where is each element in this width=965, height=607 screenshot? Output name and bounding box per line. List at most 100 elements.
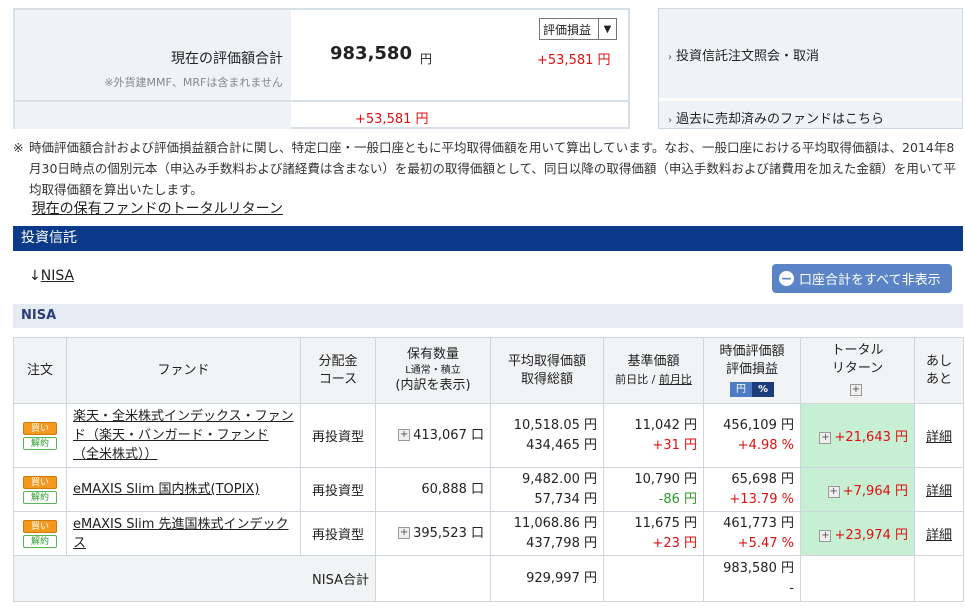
total-history-cell (914, 555, 964, 602)
arrow-down-icon: ↓ (29, 268, 41, 284)
col-history-line2: あと (925, 371, 952, 387)
sell-button[interactable]: 解約 (23, 436, 57, 450)
order-inquiry-label: 投資信託注文照会・取消 (676, 49, 820, 64)
fund-name-cell: eMAXIS Slim 先進国株式インデックス (66, 511, 301, 556)
col-history-line1: あし (925, 353, 952, 369)
order-inquiry-link[interactable]: › 投資信託注文照会・取消 (668, 45, 819, 64)
base-price-value: 10,790 円 (634, 471, 697, 487)
yen-percent-toggle[interactable]: 円 % (730, 382, 774, 397)
total-cost-value: 434,465 円 (526, 437, 597, 453)
fund-holdings-table: 注文 ファンド 分配金 コース 保有数量 L通常・積立 (内訳を表示) 平均取得… (13, 337, 964, 602)
table-header-row: 注文 ファンド 分配金 コース 保有数量 L通常・積立 (内訳を表示) 平均取得… (13, 337, 964, 404)
detail-link[interactable]: 詳細 (926, 430, 952, 445)
section-header-investment-trust: 投資信託 (13, 226, 963, 251)
buy-button[interactable]: 買い (23, 519, 57, 533)
total-valuation-value: 983,580 円 (723, 560, 794, 576)
valuation-cell: 461,773 円 +5.47 % (703, 511, 801, 556)
sold-funds-label: 過去に売却済みのファンドはこちら (676, 112, 885, 127)
expand-plus-icon[interactable]: + (819, 529, 832, 542)
sell-button[interactable]: 解約 (23, 490, 57, 504)
fund-name-cell: eMAXIS Slim 国内株式(TOPIX) (66, 467, 301, 512)
current-valuation-label: 現在の評価額合計 (171, 51, 283, 67)
valuation-value: 461,773 円 (723, 515, 794, 531)
col-total-return: トータル リターン + (800, 337, 915, 404)
col-quantity-line1: 保有数量 (406, 347, 459, 362)
side-links-panel: › 投資信託注文照会・取消 › 過去に売却済みのファンドはこちら (658, 8, 963, 129)
average-price-cell: 11,068.86 円 437,798 円 (490, 511, 604, 556)
toggle-yen[interactable]: 円 (730, 382, 752, 397)
prev-day-label: 前日比 (615, 372, 649, 386)
average-price-cell: 10,518.05 円 434,465 円 (490, 403, 604, 468)
total-cost-value: 437,798 円 (526, 535, 597, 551)
expand-plus-icon[interactable]: + (827, 485, 840, 498)
mmf-note: ※外貨建MMF、MRFは含まれません (104, 76, 283, 89)
average-price-value: 11,068.86 円 (513, 515, 597, 531)
total-return-cell: + +23,974 円 (800, 511, 915, 556)
valuation-pl-value: +4.98 % (737, 437, 794, 453)
quantity-cell: 60,888 口 (375, 467, 491, 512)
total-quantity-cell (375, 555, 491, 602)
sold-funds-link[interactable]: › 過去に売却済みのファンドはこちら (668, 108, 884, 127)
base-price-value: 11,675 円 (634, 515, 697, 531)
expand-plus-icon[interactable]: + (819, 431, 832, 444)
valuation-cell: 65,698 円 +13.79 % (703, 467, 801, 512)
buy-button[interactable]: 買い (23, 475, 57, 489)
total-valuation-pl: - (789, 580, 794, 596)
base-price-value: 11,042 円 (634, 417, 697, 433)
quantity-cell: +413,067 口 (375, 403, 491, 468)
fund-name-link[interactable]: eMAXIS Slim 先進国株式インデックス (73, 517, 289, 551)
expand-plus-icon[interactable]: + (398, 527, 411, 539)
fund-name-link[interactable]: eMAXIS Slim 国内株式(TOPIX) (73, 482, 259, 497)
hide-all-totals-button[interactable]: − 口座合計をすべて非表示 (772, 264, 952, 293)
col-base-price: 基準価額 前日比 / 前月比 (603, 337, 704, 404)
average-price-value: 10,518.05 円 (513, 417, 597, 433)
valuation-summary: 現在の評価額合計 ※外貨建MMF、MRFは含まれません 現在の保有ファンドのトー… (13, 8, 630, 217)
col-average-price-line2: 取得総額 (520, 371, 573, 387)
expand-plus-icon[interactable]: + (398, 429, 411, 441)
detail-cell: 詳細 (914, 467, 964, 512)
sell-button[interactable]: 解約 (23, 534, 57, 548)
chevron-down-icon: ▼ (598, 19, 616, 39)
valuation-cell: 456,109 円 +4.98 % (703, 403, 801, 468)
toggle-percent[interactable]: % (752, 382, 774, 397)
col-valuation-line2: 評価損益 (725, 362, 778, 377)
valuation-mode-value: 評価損益 (543, 22, 592, 37)
total-return-value: +23,974 円 (834, 528, 908, 543)
detail-link[interactable]: 詳細 (926, 528, 952, 543)
col-total-return-line2: リターン (831, 360, 884, 376)
quantity-value: 413,067 口 (413, 427, 484, 443)
base-price-cell: 10,790 円 -86 円 (603, 467, 704, 512)
quantity-breakdown-link[interactable]: (内訳を表示) (376, 377, 490, 395)
current-valuation-value: 983,580 (330, 43, 412, 64)
total-return-cell: + +7,964 円 (800, 467, 915, 512)
detail-link[interactable]: 詳細 (926, 484, 952, 499)
quantity-value: 60,888 口 (421, 481, 484, 497)
total-valuation-cell: 983,580 円 - (703, 555, 801, 602)
total-return-value: +53,581 円 (355, 112, 429, 127)
col-valuation-line1: 時価評価額 (719, 344, 785, 359)
valuation-mode-select[interactable]: 評価損益 ▼ (539, 18, 617, 40)
calculation-note: ※ 時価評価額合計および評価損益額合計に関し、特定口座・一般口座ともに平均取得価… (13, 137, 963, 200)
col-base-price-line1: 基準価額 (627, 353, 680, 369)
total-cost-value: 57,734 円 (534, 491, 597, 507)
summary-return-label-cell: 現在の保有ファンドのトータルリターン (15, 102, 291, 217)
current-valuation-unit: 円 (420, 52, 433, 66)
prev-month-link[interactable]: 前月比 (659, 373, 692, 386)
total-return-link[interactable]: 現在の保有ファンドのトータルリターン (32, 198, 283, 218)
nisa-jump-label: NISA (40, 268, 75, 284)
nisa-section-band: NISA (13, 304, 963, 328)
buy-button[interactable]: 買い (23, 421, 57, 435)
minus-circle-icon: − (779, 270, 794, 287)
col-distribution-line1: 分配金 (318, 353, 358, 369)
col-total-return-line1: トータル (831, 342, 884, 358)
fund-name-link[interactable]: 楽天・全米株式インデックス・ファンド（楽天・バンガード・ファンド（全米株式）） (73, 409, 294, 462)
nisa-jump-link[interactable]: ↓NISA (29, 268, 74, 284)
col-valuation: 時価評価額 評価損益 円 % (703, 337, 801, 404)
expand-plus-icon[interactable]: + (850, 384, 862, 396)
order-cell: 買い 解約 (13, 403, 67, 468)
average-price-cell: 9,482.00 円 57,734 円 (490, 467, 604, 512)
course-cell: 再投資型 (300, 467, 376, 512)
fund-name-cell: 楽天・全米株式インデックス・ファンド（楽天・バンガード・ファンド（全米株式）） (66, 403, 301, 468)
order-cell: 買い 解約 (13, 467, 67, 512)
price-change-value: -86 円 (658, 491, 697, 507)
